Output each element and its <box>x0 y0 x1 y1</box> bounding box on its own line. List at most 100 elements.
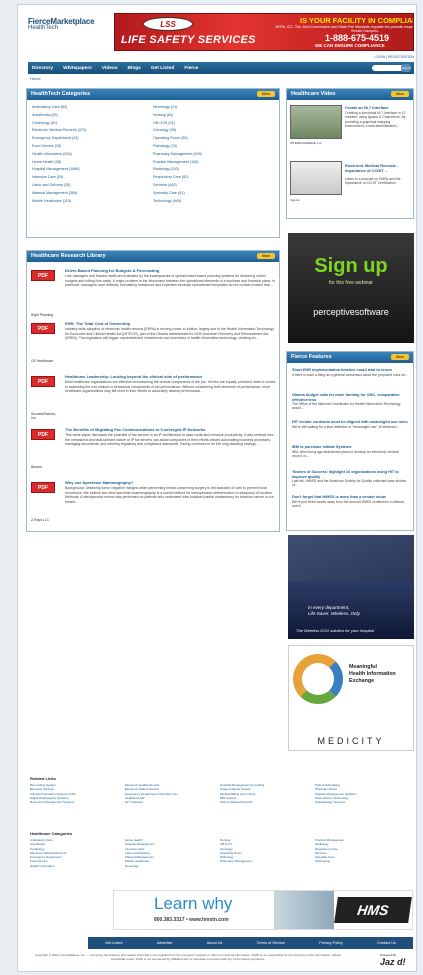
related-link[interactable]: Patient Medical Records <box>220 800 264 804</box>
pdf-icon[interactable]: PDF <box>29 268 57 302</box>
pdf-icon[interactable]: PDF <box>29 427 57 461</box>
category-link[interactable]: Nursing (81) <box>153 112 274 120</box>
video-title: Healthcare Video <box>291 91 336 97</box>
breadcrumb[interactable]: Home <box>30 76 41 81</box>
pdf-icon[interactable]: PDF <box>29 480 57 514</box>
nav-blogs[interactable]: Blogs <box>128 66 141 71</box>
feature-title[interactable]: HIT vendor contracts must be aligned wit… <box>292 420 408 425</box>
categories-more-button[interactable]: More <box>257 91 275 97</box>
category-link[interactable]: Food Service (28) <box>32 143 153 151</box>
categories-col2: Neurology (21) Nursing (81) OB GYN (31) Onc… <box>153 104 274 205</box>
video-more-button[interactable]: More <box>391 91 409 97</box>
category-link[interactable]: Pathology (29) <box>153 143 274 151</box>
video-item-title[interactable]: Electronic Medical Records - Importance … <box>345 163 409 173</box>
category-link[interactable]: Intensive Care (29) <box>32 174 153 182</box>
category-link[interactable]: Mobile Healthcare (119) <box>32 198 153 206</box>
category-link[interactable]: Home Health (38) <box>32 159 153 167</box>
library-item-title[interactable]: EHR: The Total Cost of Ownership <box>65 321 277 326</box>
library-more-button[interactable]: More <box>257 253 275 259</box>
category-link[interactable]: Cardiology (61) <box>32 120 153 128</box>
feature-item: Short EHR implementation timeline could … <box>292 368 408 377</box>
categories-header: HealthTech Categories More <box>27 89 279 100</box>
login-links[interactable]: LOGIN | REGISTRATION <box>114 55 414 61</box>
categories-columns: Ambulatory Care (84) Anesthesia (63) Cardi… <box>27 100 279 209</box>
category-link[interactable]: Hospital Management (1086) <box>32 166 153 174</box>
category-link[interactable]: Technology (945) <box>153 198 274 206</box>
footer-categories-title: Healthcare Categories <box>30 831 73 836</box>
footer-cats-col2: Home Health Hospital Management Intensive … <box>125 838 154 868</box>
footer-category-link[interactable]: Pharmacy Management <box>220 859 252 863</box>
footer-category-link[interactable]: Health Information <box>30 864 66 868</box>
video-item-caption: INTERFACEWARE, Inc. <box>290 141 323 145</box>
features-header: Fierce Features More <box>287 352 413 363</box>
nav-get-listed[interactable]: Get Listed <box>151 66 174 71</box>
video-item-caption: Ingenix <box>290 198 300 202</box>
library-item-title[interactable]: Healthcare Leadership: Looking beyond th… <box>65 374 277 379</box>
footer-category-link[interactable]: Neurology <box>125 864 154 868</box>
nav-whitepapers[interactable]: Whitepapers <box>63 66 92 71</box>
search-button[interactable]: search <box>401 64 411 72</box>
library-item-title[interactable]: Driver-Based Planning for Budgets & Fore… <box>65 268 277 273</box>
wireless-ecg-ad[interactable]: In every department, Life-Saver. Wireles… <box>288 535 414 639</box>
video-item-title[interactable]: Create an HL7 Interface <box>345 105 409 110</box>
category-link[interactable]: Operating Room (55) <box>153 135 274 143</box>
feature-title[interactable]: Short EHR implementation timeline could … <box>292 368 408 373</box>
category-link[interactable]: Emergency Department (43) <box>32 135 153 143</box>
footer-privacy[interactable]: Privacy Policy <box>319 941 343 945</box>
webinar-signup-ad[interactable]: Sign up for this free webinar perceptive… <box>288 233 414 343</box>
footer-advertise[interactable]: Advertise <box>157 941 173 945</box>
nav-directory[interactable]: Directory <box>32 66 53 71</box>
video-header: Healthcare Video More <box>287 89 413 100</box>
footer-get-listed[interactable]: Get Listed <box>105 941 122 945</box>
footer-contact[interactable]: Contact Us <box>377 941 396 945</box>
category-link[interactable]: Ambulatory Care (84) <box>32 104 153 112</box>
related-link[interactable]: Teleradiology Services <box>315 800 357 804</box>
nav-videos[interactable]: Videos <box>102 66 118 71</box>
category-link[interactable]: Health Information (526) <box>32 151 153 159</box>
categories-panel: HealthTech Categories More Ambulatory Ca… <box>26 88 280 238</box>
hms-banner-ad[interactable]: Learn why 800.383.3317 • www.hmstn.com H… <box>113 890 413 930</box>
category-link[interactable]: Electronic Medical Records (370) <box>32 127 153 135</box>
category-link[interactable]: Oncology (39) <box>153 127 274 135</box>
library-panel: Healthcare Research Library More PDF Rig… <box>26 250 280 532</box>
footer-about-us[interactable]: About Us <box>207 941 223 945</box>
site-logo[interactable]: FierceMarketplace HealthTech <box>28 17 98 39</box>
category-link[interactable]: OB GYN (31) <box>153 120 274 128</box>
features-more-button[interactable]: More <box>391 354 409 360</box>
library-title: Healthcare Research Library <box>31 253 106 259</box>
category-link[interactable]: Services (462) <box>153 182 274 190</box>
pdf-icon[interactable]: PDF <box>29 321 57 355</box>
library-item-title[interactable]: Why use Specimen Mammography? <box>65 480 277 485</box>
lss-banner-ad[interactable]: LSS LIFE SAFETY SERVICES IS YOUR FACILIT… <box>114 13 414 51</box>
footer-terms[interactable]: Terms of Service <box>257 941 285 945</box>
powered-by-jazd[interactable]: Powered By Jaz d! <box>380 953 406 967</box>
category-link[interactable]: Respiratory Care (52) <box>153 174 274 182</box>
medicity-ad[interactable]: Meaningful Health Information Exchange M… <box>288 645 414 751</box>
category-link[interactable]: Labor and Delivery (28) <box>32 182 153 190</box>
category-link[interactable]: Neurology (21) <box>153 104 274 112</box>
feature-title[interactable]: Obama budget calls for more funding for … <box>292 393 408 402</box>
category-link[interactable]: Specialty Care (51) <box>153 190 274 198</box>
feature-title[interactable]: 'Stories of Success' highlight 16 organi… <box>292 470 408 479</box>
signup-line2: for this free webinar <box>329 280 373 286</box>
pdf-icon[interactable]: PDF <box>29 374 57 408</box>
category-link[interactable]: Material Management (308) <box>32 190 153 198</box>
related-link[interactable]: HL7 Interface <box>125 800 179 804</box>
library-item-title[interactable]: The Benefits of Migrating Fax Communicat… <box>65 427 277 432</box>
footer-cats-col3: Nursing OB GYN Oncology Operating Room Patho… <box>220 838 252 864</box>
category-link[interactable]: Pharmacy Management (209) <box>153 151 274 159</box>
footer-category-link[interactable]: Technology <box>315 859 344 863</box>
video-thumbnail[interactable] <box>290 105 342 139</box>
category-link[interactable]: Radiology (243) <box>153 166 274 174</box>
related-links-title: Related Links <box>30 776 57 781</box>
category-link[interactable]: Anesthesia (63) <box>32 112 153 120</box>
related-link[interactable]: Document Management Systems <box>30 800 76 804</box>
banner-title: LIFE SAFETY SERVICES <box>121 34 256 46</box>
category-link[interactable]: Practice Management (106) <box>153 159 274 167</box>
learn-why: Learn why <box>154 894 233 913</box>
footer-category-link[interactable]: Hospital Management <box>125 842 154 846</box>
video-thumbnail[interactable] <box>290 161 342 195</box>
nav-fierce[interactable]: Fierce <box>184 66 198 71</box>
search-input[interactable]: search <box>372 64 411 72</box>
learn-url: 800.383.3317 • www.hmstn.com <box>154 917 229 923</box>
